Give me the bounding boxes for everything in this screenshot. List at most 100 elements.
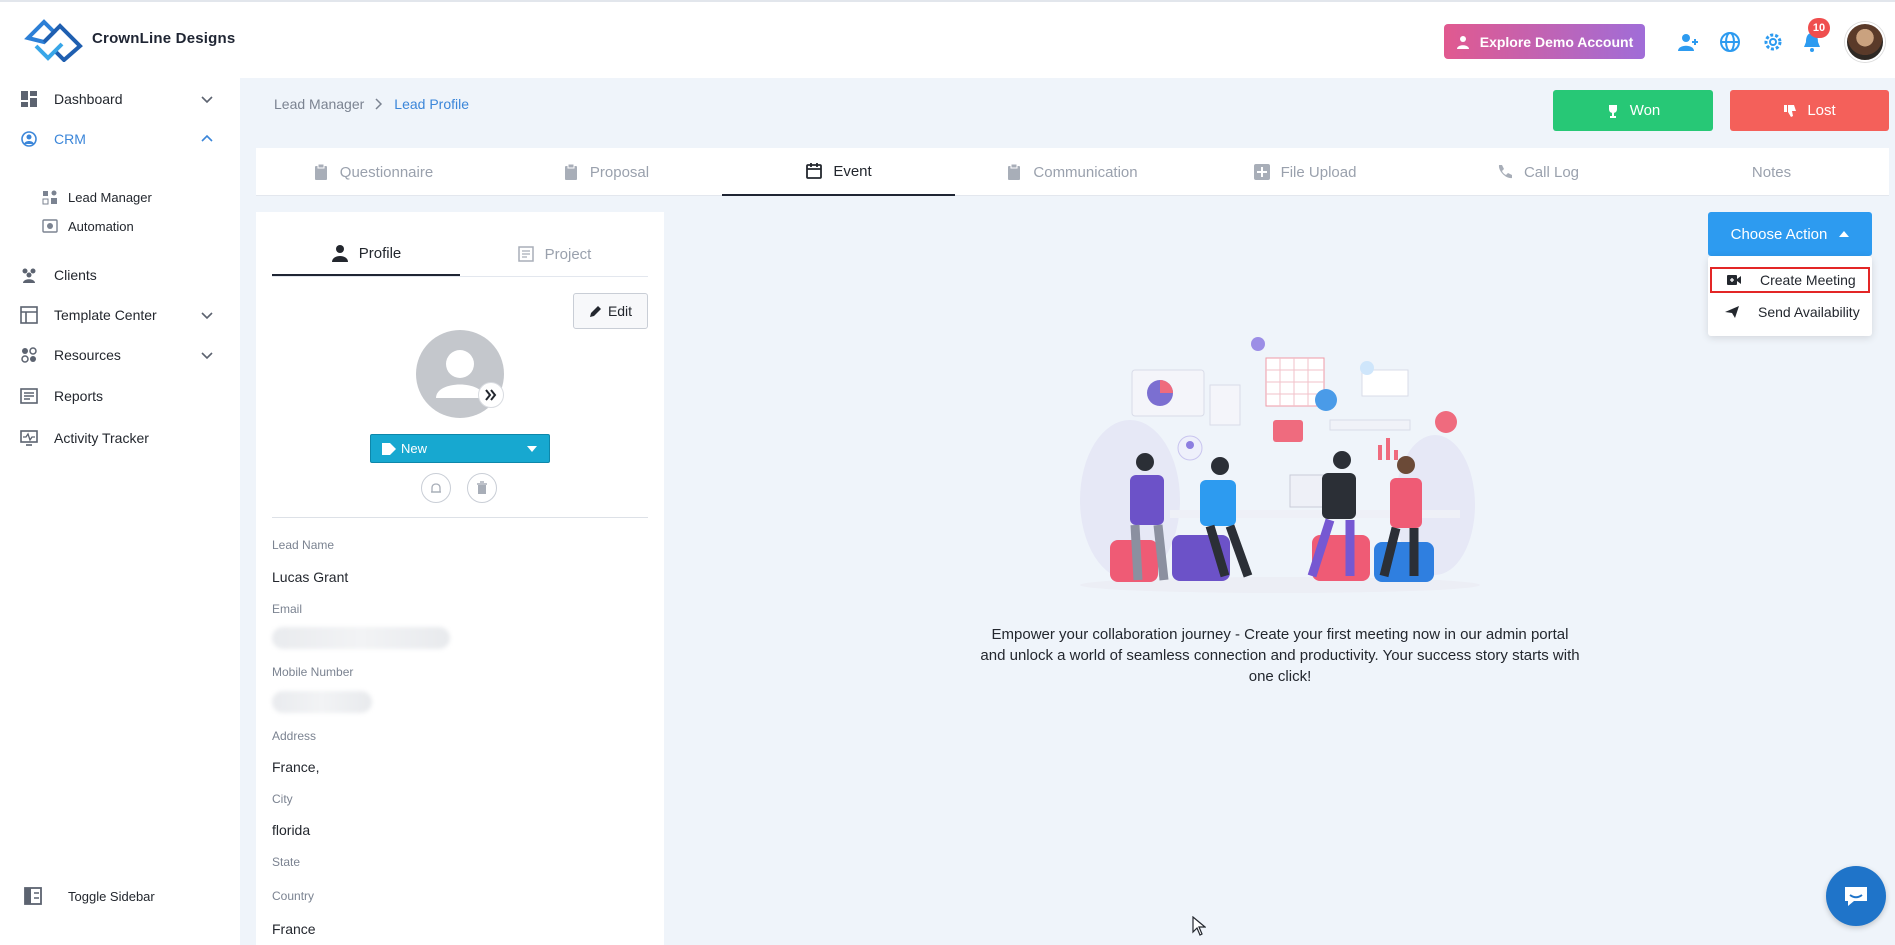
alert-icon-button[interactable]: [421, 473, 451, 503]
explore-demo-label: Explore Demo Account: [1479, 33, 1634, 50]
globe-icon[interactable]: [1718, 30, 1742, 54]
sidebar-item-label: Reports: [54, 388, 104, 404]
won-label: Won: [1629, 102, 1661, 119]
sidebar-subitem-automation[interactable]: Automation: [0, 212, 240, 240]
tab-file-upload[interactable]: File Upload: [1188, 148, 1421, 196]
mobile-value-redacted: [272, 691, 372, 713]
trophy-icon: [1608, 104, 1617, 118]
caret-down-icon: [527, 446, 537, 452]
sidebar: Dashboard CRM Lead Manager Automation Cl…: [0, 78, 240, 945]
won-button[interactable]: Won: [1553, 90, 1713, 131]
expand-avatar-button[interactable]: [478, 382, 504, 408]
empty-state-message: Empower your collaboration journey - Cre…: [980, 626, 1580, 685]
dashboard-icon: [21, 91, 37, 107]
sidebar-item-label: CRM: [54, 131, 86, 147]
tab-divider: [272, 276, 648, 277]
tag-icon: [382, 443, 396, 455]
toggle-sidebar-label: Toggle Sidebar: [68, 888, 155, 904]
choose-action-button[interactable]: Choose Action: [1708, 212, 1872, 256]
lost-button[interactable]: Lost: [1730, 90, 1889, 131]
clipboard-icon: [1008, 163, 1021, 180]
reports-icon: [20, 388, 38, 404]
sidebar-item-crm[interactable]: CRM: [0, 121, 240, 157]
sidebar-item-clients[interactable]: Clients: [0, 257, 240, 293]
paper-plane-icon: [1725, 306, 1739, 318]
sidebar-item-template-center[interactable]: Template Center: [0, 297, 240, 333]
lead-name-value: Lucas Grant: [272, 569, 349, 585]
profile-card: Profile Project Edit New Lead Name Lucas…: [256, 212, 664, 945]
send-availability-menu-item[interactable]: Send Availability: [1710, 299, 1870, 325]
user-gear-icon: [1456, 35, 1469, 49]
sidebar-subitem-lead-manager[interactable]: Lead Manager: [0, 183, 240, 211]
caret-up-icon: [1839, 231, 1850, 237]
sidebar-item-label: Resources: [54, 347, 121, 363]
lead-manager-icon: [42, 190, 57, 205]
action-dropdown-menu: Create Meeting Send Availability: [1708, 256, 1872, 336]
calendar-icon: [806, 163, 823, 179]
toggle-sidebar-button[interactable]: Toggle Sidebar: [0, 878, 240, 914]
add-user-icon[interactable]: [1676, 30, 1700, 54]
lead-status-select[interactable]: New: [370, 434, 550, 463]
tab-project[interactable]: Project: [460, 232, 648, 276]
project-icon: [517, 246, 534, 262]
sidebar-item-resources[interactable]: Resources: [0, 337, 240, 373]
sidebar-item-dashboard[interactable]: Dashboard: [0, 81, 240, 117]
tab-profile[interactable]: Profile: [272, 232, 460, 276]
chevron-up-icon: [201, 134, 213, 142]
edit-button[interactable]: Edit: [573, 293, 648, 329]
video-camera-icon: [1727, 275, 1741, 285]
activity-monitor-icon: [20, 430, 38, 446]
chat-bubble-icon: [1845, 887, 1867, 906]
chat-support-button[interactable]: [1826, 866, 1886, 926]
brand-logo[interactable]: CrownLine Designs: [22, 14, 235, 62]
country-label: Country: [272, 889, 315, 903]
chevron-down-icon: [201, 352, 213, 360]
tab-event[interactable]: Event: [722, 148, 955, 196]
alarm-icon: [431, 483, 441, 493]
sidebar-item-reports[interactable]: Reports: [0, 378, 240, 414]
breadcrumb-parent[interactable]: Lead Manager: [274, 96, 364, 112]
resources-icon: [21, 347, 37, 363]
sidebar-subitem-label: Lead Manager: [68, 189, 152, 205]
trash-icon: [477, 481, 487, 494]
tab-call-log[interactable]: Call Log: [1421, 148, 1654, 196]
mobile-label: Mobile Number: [272, 665, 354, 679]
lost-label: Lost: [1807, 102, 1836, 119]
pencil-icon: [589, 305, 601, 317]
tab-proposal[interactable]: Proposal: [489, 148, 722, 196]
top-header: CrownLine Designs Explore Demo Account 1…: [0, 0, 1895, 78]
clipboard-icon: [314, 163, 327, 180]
user-avatar[interactable]: [1845, 22, 1885, 62]
breadcrumb-current: Lead Profile: [394, 96, 470, 112]
lead-name-label: Lead Name: [272, 538, 335, 552]
template-icon: [20, 306, 38, 324]
crownline-logo-icon: [24, 19, 83, 62]
email-value-redacted: [272, 627, 450, 649]
delete-button[interactable]: [467, 473, 497, 503]
sidebar-item-activity-tracker[interactable]: Activity Tracker: [0, 420, 240, 456]
crm-icon: [21, 131, 37, 147]
address-label: Address: [272, 729, 317, 743]
sidebar-item-label: Activity Tracker: [54, 430, 149, 446]
user-icon: [331, 245, 348, 262]
settings-gear-icon[interactable]: [1761, 30, 1785, 54]
explore-demo-button[interactable]: Explore Demo Account: [1444, 24, 1645, 59]
mouse-cursor-icon: [1192, 916, 1206, 936]
divider: [272, 517, 648, 518]
create-meeting-menu-item[interactable]: Create Meeting: [1710, 267, 1870, 293]
lead-tabs: Questionnaire Proposal Event Communicati…: [256, 148, 1889, 196]
city-label: City: [272, 792, 293, 806]
notification-badge: 10: [1808, 18, 1830, 38]
meeting-illustration: [1080, 337, 1480, 593]
tab-communication[interactable]: Communication: [955, 148, 1188, 196]
address-value: France,: [272, 759, 320, 775]
tab-questionnaire[interactable]: Questionnaire: [256, 148, 489, 196]
phone-icon: [1498, 165, 1512, 179]
clients-icon: [22, 268, 36, 283]
plus-square-icon: [1253, 164, 1270, 180]
tab-notes[interactable]: Notes: [1654, 148, 1889, 196]
brand-name: CrownLine Designs: [92, 29, 236, 47]
double-chevron-right-icon: [485, 389, 497, 401]
automation-icon: [42, 219, 58, 233]
clipboard-icon: [564, 163, 577, 180]
